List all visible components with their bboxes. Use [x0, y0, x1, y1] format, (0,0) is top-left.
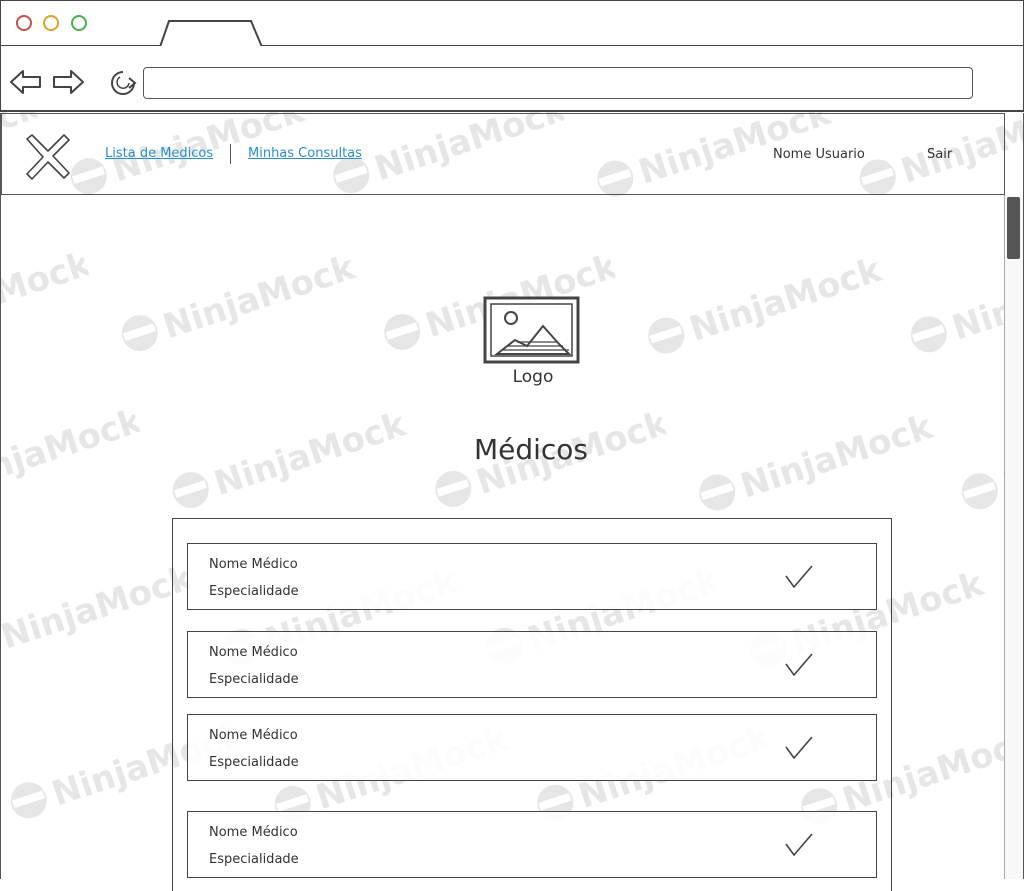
doctor-specialty: Especialidade [209, 755, 299, 770]
check-icon[interactable] [784, 832, 814, 858]
url-input[interactable] [143, 67, 973, 99]
nav-link-minhas-consultas[interactable]: Minhas Consultas [248, 146, 362, 161]
browser-title-bar [0, 0, 1024, 47]
scrollbar-thumb[interactable] [1007, 197, 1020, 259]
logout-link[interactable]: Sair [927, 147, 952, 162]
check-icon[interactable] [784, 652, 814, 678]
browser-tab[interactable] [159, 20, 263, 47]
doctor-specialty: Especialidade [209, 584, 299, 599]
nav-separator [230, 144, 231, 164]
app-navbar: Lista de Medicos Minhas Consultas Nome U… [1, 113, 1005, 195]
doctor-name: Nome Médico [209, 728, 298, 743]
doctor-specialty: Especialidade [209, 672, 299, 687]
doctor-name: Nome Médico [209, 645, 298, 660]
nav-link-lista-medicos[interactable]: Lista de Medicos [105, 146, 213, 161]
doctor-card[interactable]: Nome Médico Especialidade [187, 543, 877, 610]
doctor-card[interactable]: Nome Médico Especialidade [187, 631, 877, 698]
user-name: Nome Usuario [773, 147, 865, 162]
doctor-card[interactable]: Nome Médico Especialidade [187, 811, 877, 878]
check-icon[interactable] [784, 564, 814, 590]
minimize-window-icon[interactable] [43, 15, 59, 31]
check-icon[interactable] [784, 735, 814, 761]
page-viewport: Lista de Medicos Minhas Consultas Nome U… [0, 113, 1024, 891]
image-placeholder-icon [483, 296, 580, 364]
forward-arrow-icon[interactable] [51, 68, 85, 96]
reload-icon[interactable] [107, 68, 139, 98]
close-window-icon[interactable] [16, 15, 32, 31]
maximize-window-icon[interactable] [71, 15, 87, 31]
doctors-list: Nome Médico Especialidade Nome Médico Es… [172, 518, 892, 891]
back-arrow-icon[interactable] [9, 68, 43, 96]
close-x-icon[interactable] [24, 134, 72, 180]
page-title: Médicos [473, 433, 589, 466]
scrollbar[interactable] [1004, 195, 1023, 879]
doctor-name: Nome Médico [209, 557, 298, 572]
browser-toolbar [0, 46, 1024, 112]
doctor-card[interactable]: Nome Médico Especialidade [187, 714, 877, 781]
doctor-specialty: Especialidade [209, 852, 299, 867]
logo-label: Logo [512, 367, 554, 387]
doctor-name: Nome Médico [209, 825, 298, 840]
